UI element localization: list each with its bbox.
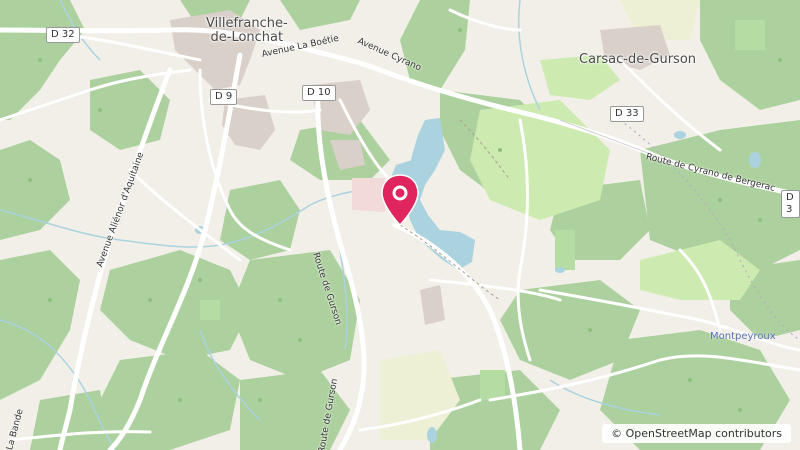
- town-label-carsac: Carsac-de-Gurson: [579, 52, 697, 67]
- road-shield-d9: D 9: [210, 89, 238, 105]
- road-shield-d3: D 3: [781, 190, 800, 218]
- road-shield-d32: D 32: [46, 27, 80, 43]
- map-pin-icon[interactable]: [380, 173, 420, 227]
- road-shield-d33: D 33: [610, 106, 644, 122]
- road-shield-d10: D 10: [302, 85, 336, 101]
- town-label-villefranche-line2: de-Lonchat: [210, 30, 284, 45]
- attribution[interactable]: © OpenStreetMap contributors: [602, 424, 791, 443]
- place-label-montpeyroux: Montpeyroux: [710, 331, 776, 342]
- town-label-villefranche-line1: Villefranche-: [206, 16, 288, 31]
- town-label-villefranche: Villefranche- de-Lonchat: [206, 17, 288, 45]
- map-view[interactable]: Villefranche- de-Lonchat Carsac-de-Gurso…: [0, 0, 800, 450]
